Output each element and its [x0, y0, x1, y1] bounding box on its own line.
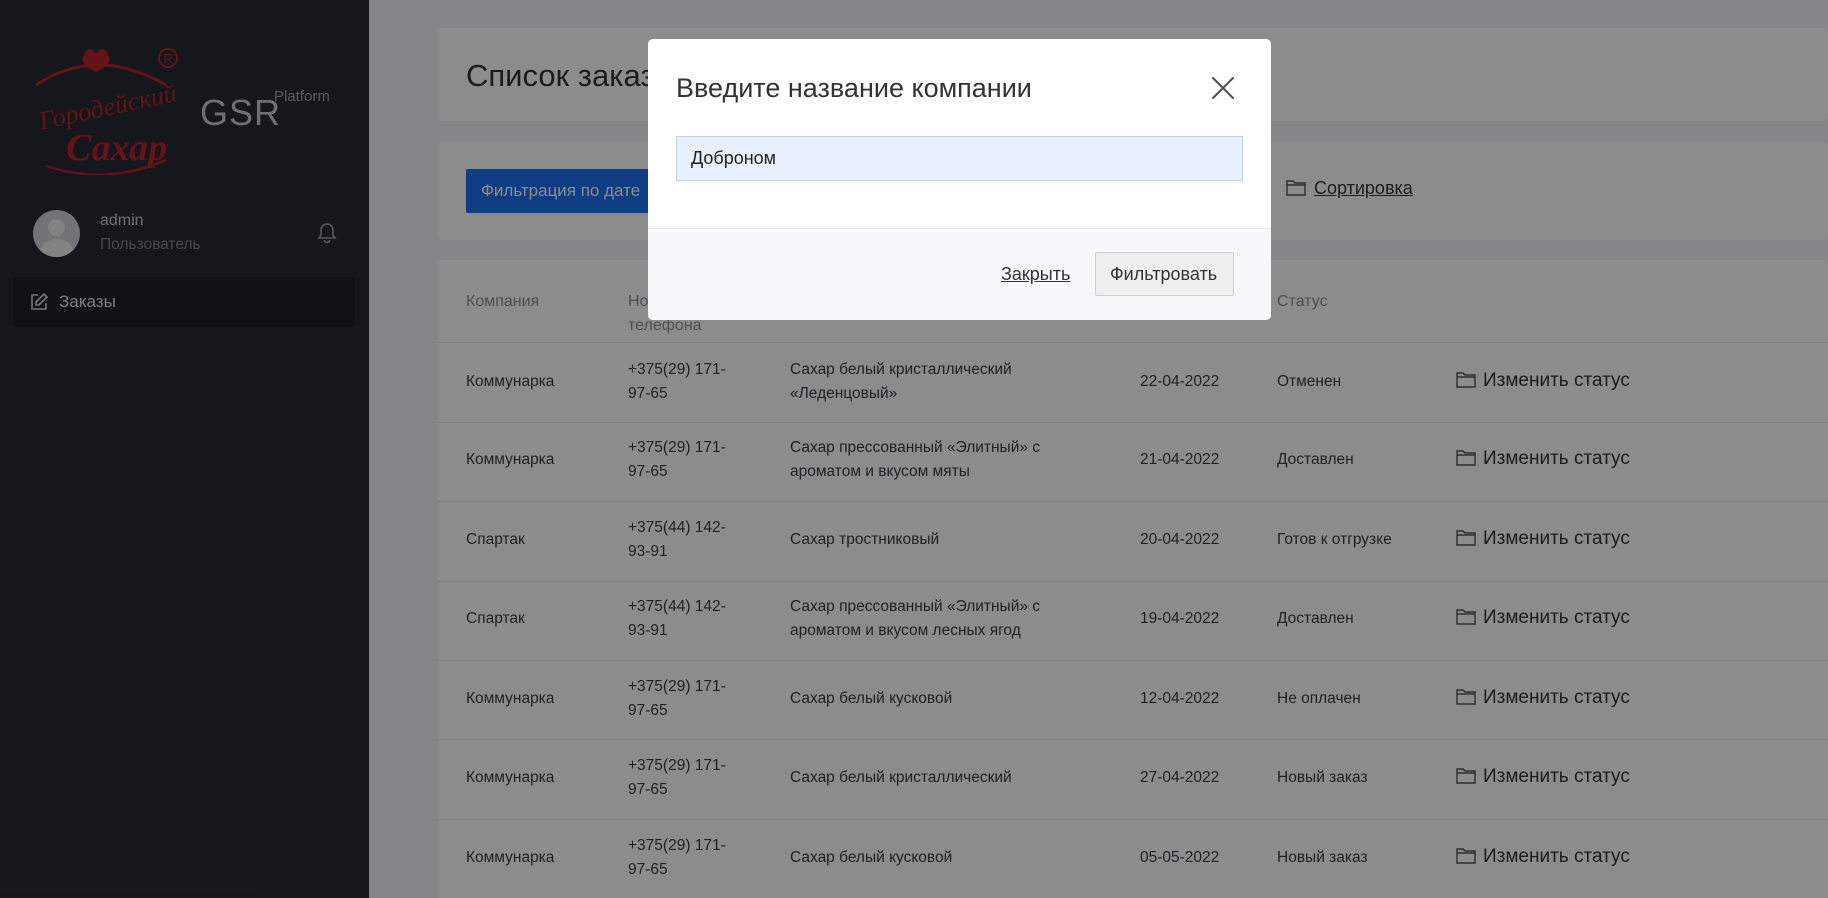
modal-title: Введите название компании — [676, 73, 1032, 103]
close-icon[interactable] — [1210, 75, 1236, 101]
filter-button[interactable]: Фильтровать — [1095, 252, 1234, 296]
company-filter-modal: Введите название компании Закрыть Фильтр… — [648, 39, 1271, 320]
modal-footer: Закрыть Фильтровать — [648, 228, 1271, 320]
company-name-input[interactable] — [676, 136, 1243, 181]
close-button[interactable]: Закрыть — [1001, 264, 1070, 285]
